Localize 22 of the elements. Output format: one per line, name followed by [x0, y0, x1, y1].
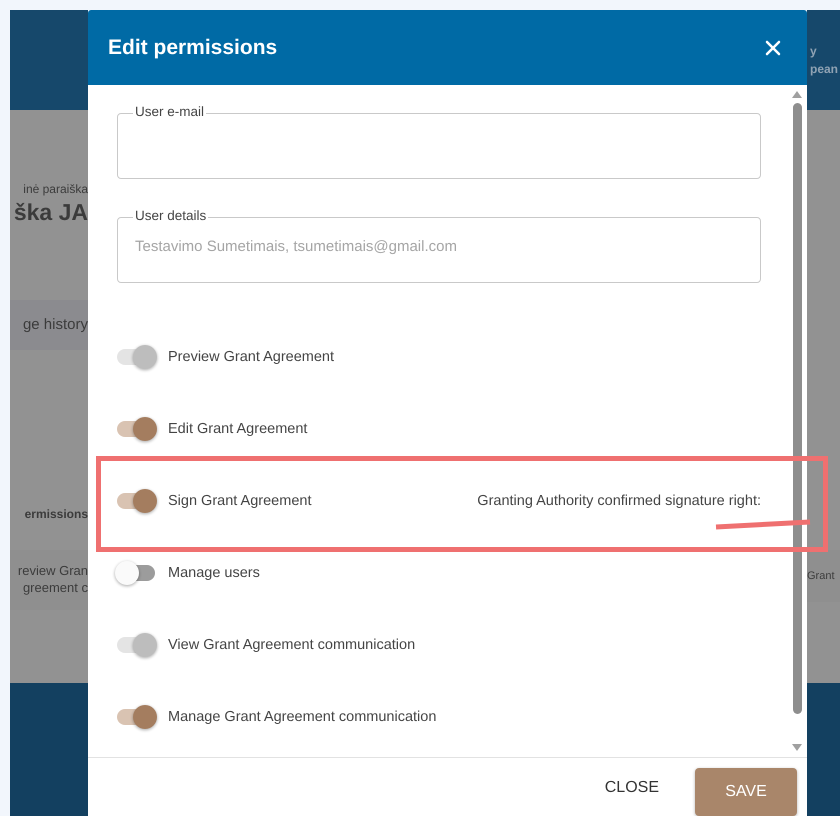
permission-label: Edit Grant Agreement	[168, 421, 308, 437]
header-text: pean	[810, 61, 838, 78]
scrollbar-thumb[interactable]	[792, 103, 802, 714]
close-button[interactable]: CLOSE	[592, 770, 671, 804]
permission-label: Sign Grant Agreement	[168, 493, 312, 509]
permission-label: Manage Grant Agreement communication	[168, 709, 436, 725]
table-cell: Grant	[807, 568, 835, 584]
permission-label: Manage users	[168, 565, 260, 581]
column-header: ermissions	[24, 507, 88, 523]
breadcrumb-text: inė paraiška	[23, 182, 88, 198]
table-cell: review Gran	[18, 563, 88, 580]
page-heading: ška JA	[14, 198, 88, 227]
permission-label: View Grant Agreement communication	[168, 637, 416, 653]
dialog-title: Edit permissions	[108, 36, 278, 60]
permission-label: Preview Grant Agreement	[168, 349, 334, 365]
table-cell: greement c	[22, 580, 88, 597]
save-button[interactable]: SAVE	[695, 768, 797, 816]
header-text: y	[810, 43, 817, 60]
scroll-up-icon[interactable]	[792, 91, 802, 98]
tab-label: ge history	[22, 315, 88, 335]
scroll-down-icon[interactable]	[792, 744, 802, 751]
note-text: Granting Authority confirmed signature right:	[477, 493, 761, 509]
